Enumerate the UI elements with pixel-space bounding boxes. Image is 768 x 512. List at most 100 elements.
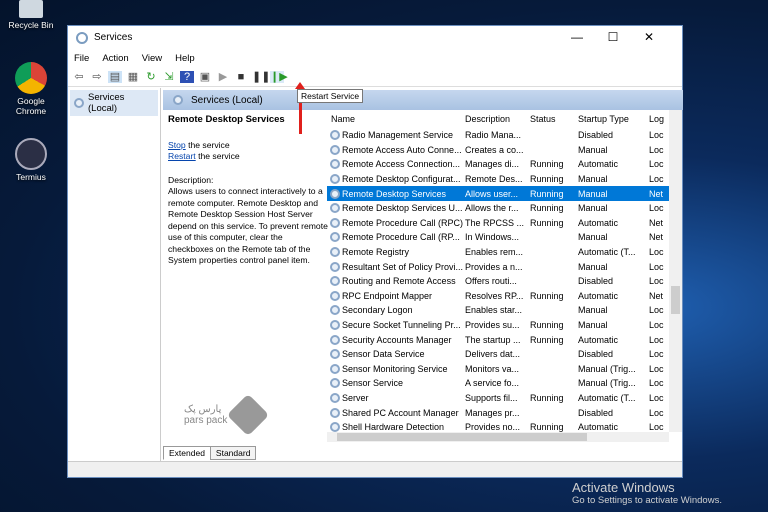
service-description: Supports fil...	[465, 393, 530, 403]
cell-text: Server	[342, 392, 369, 403]
desktop-termius[interactable]: Termius	[6, 138, 56, 182]
cell-text: Remote Des...	[465, 174, 523, 185]
service-row[interactable]: Server Supports fil... Running Automatic (T…	[327, 391, 669, 406]
forward-icon[interactable]: ⇨	[90, 71, 104, 83]
column-description[interactable]: Description	[465, 114, 530, 124]
cell-text: The RPCSS ...	[465, 217, 525, 228]
menu-file[interactable]: File	[74, 53, 89, 64]
service-log-on-as: Net	[649, 232, 669, 242]
properties-icon[interactable]: ▦	[126, 71, 140, 83]
service-name: Secure Socket Tunneling Pr...	[327, 320, 465, 331]
service-name: RPC Endpoint Mapper	[327, 290, 465, 301]
gear-icon	[330, 203, 340, 214]
service-description: The startup ...	[465, 335, 530, 345]
maximize-button[interactable]: ☐	[596, 26, 630, 49]
service-status: Running	[530, 291, 578, 301]
service-description: Description: Allows users to connect int…	[168, 174, 328, 266]
service-row[interactable]: Shared PC Account Manager Manages pr... Di…	[327, 405, 669, 420]
cell-text: Allows user...	[465, 188, 519, 199]
menu-view[interactable]: View	[142, 53, 162, 64]
column-name[interactable]: Name	[327, 114, 465, 124]
restart-service-icon[interactable]: ❙▶	[270, 70, 288, 83]
cell-text: Remote Desktop Services	[342, 188, 447, 199]
column-startup-type[interactable]: Startup Type	[578, 114, 649, 124]
tooltip: Restart Service	[297, 89, 364, 103]
restart-link[interactable]: Restart	[168, 151, 196, 161]
service-row[interactable]: Resultant Set of Policy Provi... Provides…	[327, 259, 669, 274]
service-row[interactable]: Remote Procedure Call (RP... In Windows..…	[327, 230, 669, 245]
service-details: Remote Desktop Services Stop the service…	[168, 114, 328, 266]
service-row[interactable]: Routing and Remote Access Offers routi...…	[327, 274, 669, 289]
column-status[interactable]: Status	[530, 114, 578, 124]
cell-text: Automatic	[578, 217, 619, 228]
cell-text: Security Accounts Manager	[342, 334, 452, 345]
service-row[interactable]: Secure Socket Tunneling Pr... Provides su…	[327, 318, 669, 333]
service-row[interactable]: Shell Hardware Detection Provides no... Ru…	[327, 420, 669, 432]
service-row[interactable]: Sensor Data Service Delivers dat... Disabl…	[327, 347, 669, 362]
service-row[interactable]: RPC Endpoint Mapper Resolves RP... Running…	[327, 289, 669, 304]
export-icon[interactable]: ⇲	[162, 71, 176, 83]
desktop-recycle-bin[interactable]: Recycle Bin	[6, 0, 56, 30]
cell-text: Remote Registry	[342, 247, 410, 258]
cell-text: Manual (Trig...	[578, 363, 636, 374]
service-row[interactable]: Remote Registry Enables rem... Automatic (…	[327, 245, 669, 260]
stop-service-icon[interactable]: ■	[234, 71, 248, 83]
service-description: Allows the r...	[465, 203, 530, 213]
service-startup-type: Manual	[578, 305, 649, 315]
service-row[interactable]: Remote Desktop Services Allows user... Run…	[327, 186, 669, 201]
cell-text: Routing and Remote Access	[342, 276, 456, 287]
scrollbar-thumb[interactable]	[337, 433, 587, 441]
service-description: Creates a co...	[465, 145, 530, 155]
tab-extended[interactable]: Extended	[163, 446, 211, 460]
horizontal-scrollbar[interactable]	[327, 432, 669, 442]
service-name: Routing and Remote Access	[327, 276, 465, 287]
service-row[interactable]: Secondary Logon Enables star... Manual Loc	[327, 303, 669, 318]
cell-text: In Windows...	[465, 232, 520, 243]
action-pane-icon[interactable]: ▣	[198, 71, 212, 83]
minimize-button[interactable]: —	[560, 26, 594, 49]
scrollbar-thumb[interactable]	[671, 286, 680, 314]
pause-service-icon[interactable]: ❚❚	[252, 71, 270, 83]
gear-icon	[330, 334, 340, 345]
menu-help[interactable]: Help	[175, 53, 195, 64]
service-row[interactable]: Sensor Service A service fo... Manual (Tri…	[327, 376, 669, 391]
cell-text: Remote Access Connection...	[342, 159, 461, 170]
service-log-on-as: Loc	[649, 349, 669, 359]
tab-standard[interactable]: Standard	[209, 446, 257, 460]
service-row[interactable]: Remote Desktop Services U... Allows the r…	[327, 201, 669, 216]
service-row[interactable]: Security Accounts Manager The startup ...…	[327, 332, 669, 347]
cell-text: Monitors va...	[465, 363, 520, 374]
service-startup-type: Disabled	[578, 276, 649, 286]
gear-icon	[330, 174, 340, 185]
service-row[interactable]: Remote Access Auto Conne... Creates a co.…	[327, 143, 669, 158]
service-row[interactable]: Sensor Monitoring Service Monitors va... M…	[327, 362, 669, 377]
cell-text: The startup ...	[465, 334, 521, 345]
back-icon[interactable]: ⇦	[72, 71, 86, 83]
column-log-on-as[interactable]: Log	[649, 114, 669, 124]
service-row[interactable]: Remote Desktop Configurat... Remote Des..…	[327, 172, 669, 187]
vertical-scrollbar[interactable]	[669, 110, 682, 432]
service-log-on-as: Net	[649, 291, 669, 301]
service-startup-type: Manual	[578, 320, 649, 330]
stop-link[interactable]: Stop	[168, 140, 186, 150]
close-button[interactable]: ✕	[632, 26, 666, 49]
service-status: Running	[530, 203, 578, 213]
cell-text: Loc	[649, 203, 664, 214]
service-row[interactable]: Remote Access Connection... Manages di...…	[327, 157, 669, 172]
cell-text: Remote Desktop Services U...	[342, 203, 463, 214]
tree-item-services-local[interactable]: Services (Local)	[70, 90, 158, 116]
service-row[interactable]: Remote Procedure Call (RPC) The RPCSS ...…	[327, 216, 669, 231]
help-icon[interactable]: ?	[180, 70, 194, 83]
cell-text: Automatic	[578, 290, 619, 301]
desktop-chrome[interactable]: Google Chrome	[6, 62, 56, 116]
cell-text: RPC Endpoint Mapper	[342, 290, 433, 301]
service-row[interactable]: Radio Management Service Radio Mana... Dis…	[327, 128, 669, 143]
show-tree-icon[interactable]: ▤	[108, 70, 122, 83]
cell-text: Loc	[649, 392, 664, 403]
start-service-icon[interactable]: ▶	[216, 71, 230, 83]
cell-text: Loc	[649, 261, 664, 272]
cell-text: Manual	[578, 320, 608, 331]
service-startup-type: Disabled	[578, 408, 649, 418]
menu-action[interactable]: Action	[102, 53, 128, 64]
refresh-icon[interactable]: ↻	[144, 71, 158, 83]
